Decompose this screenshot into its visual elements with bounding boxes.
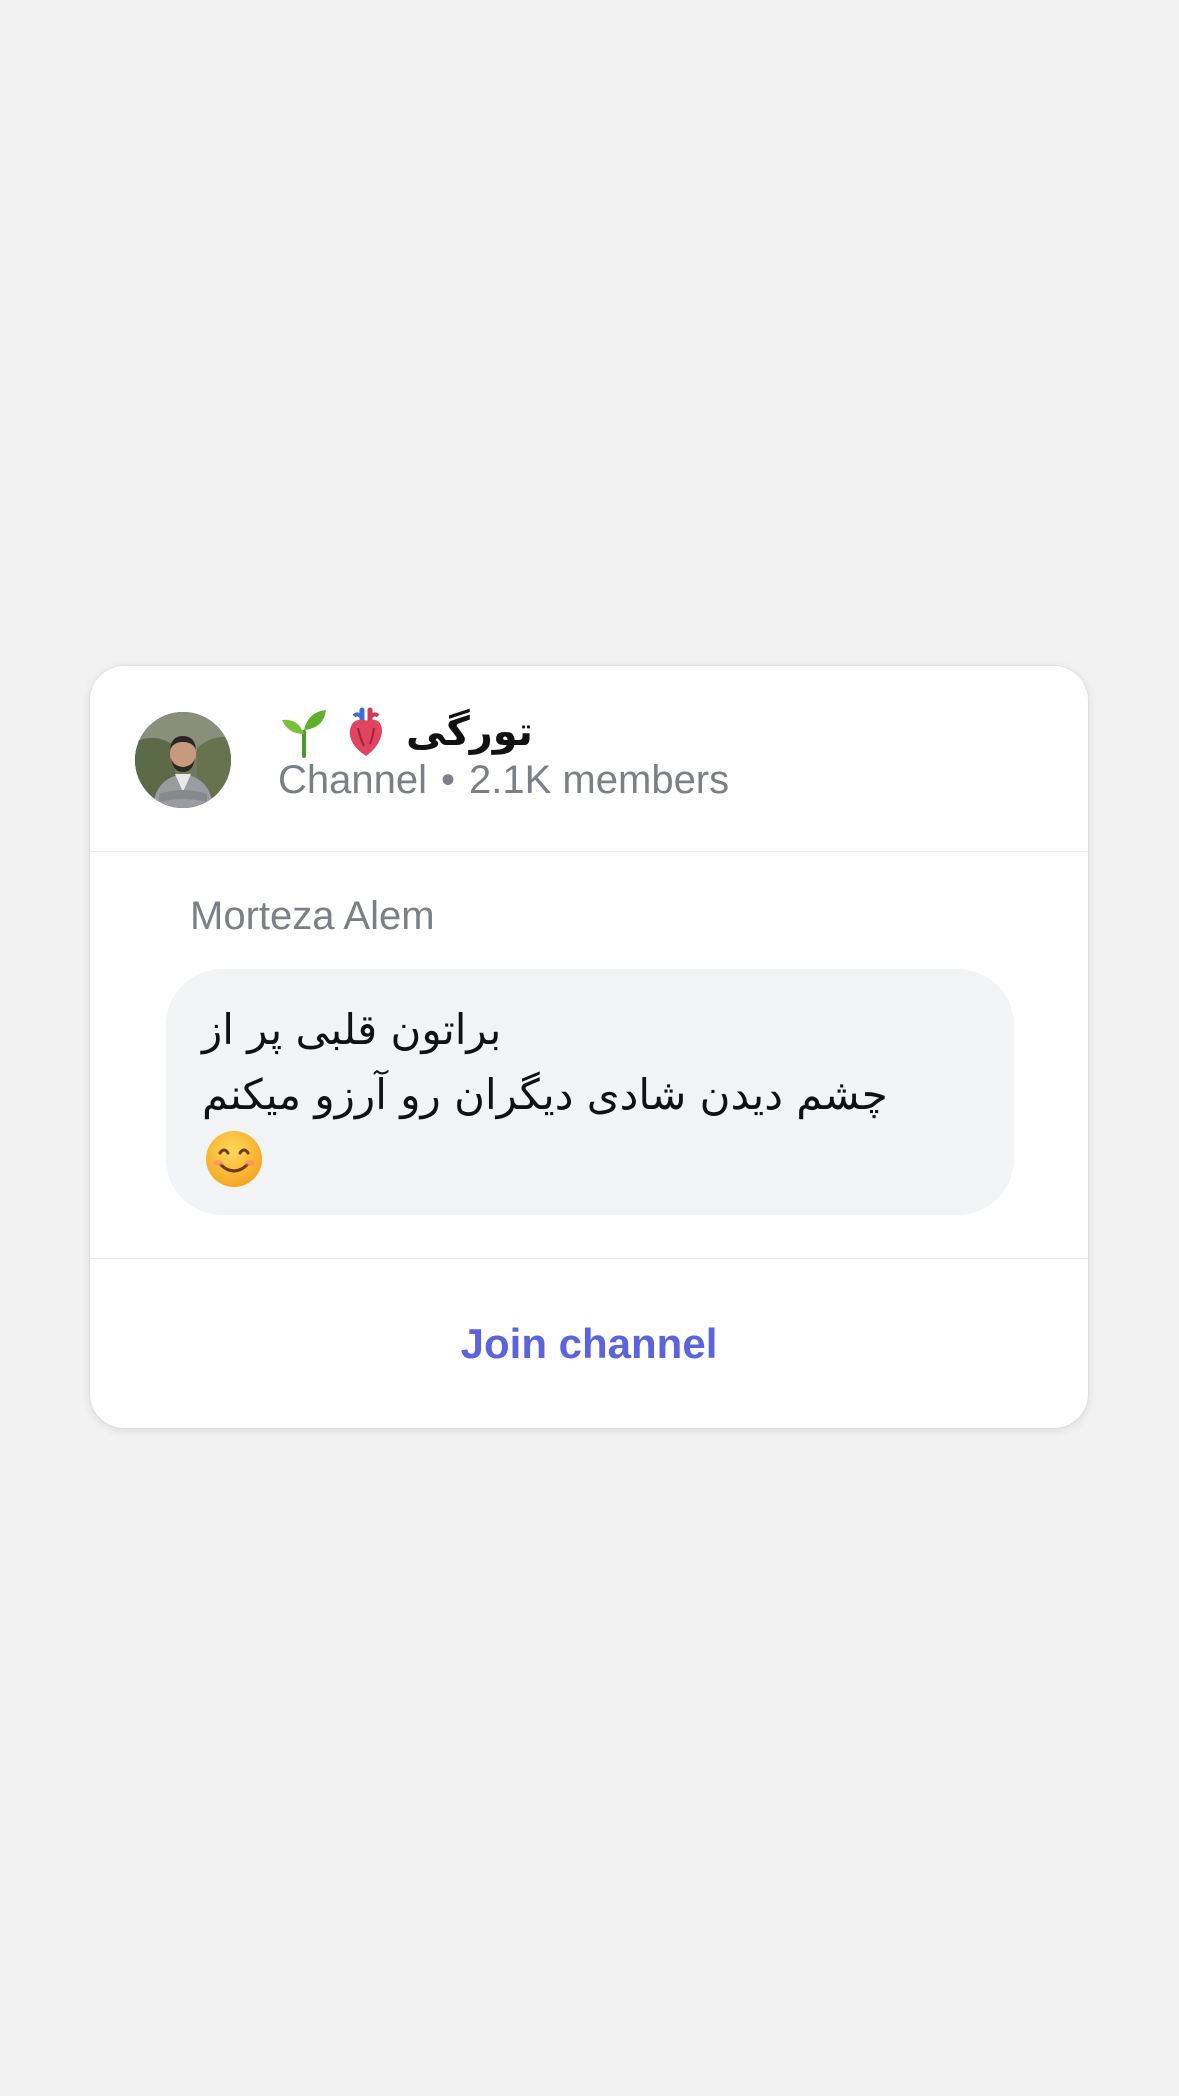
channel-subtitle: Channel • 2.1K members (278, 758, 729, 803)
separator-dot: • (441, 758, 456, 802)
seedling-icon (278, 706, 330, 758)
message-line-1: براتون قلبی پر از (202, 1005, 502, 1054)
join-channel-button[interactable]: Join channel (90, 1259, 1088, 1428)
anatomical-heart-icon (340, 706, 392, 758)
channel-title-row: تورگی (278, 704, 533, 760)
channel-header: تورگی Channel • 2.1K members (90, 666, 1088, 852)
card-footer: Join channel (90, 1258, 1088, 1428)
sender-name: Morteza Alem (190, 894, 435, 938)
smiling-face-icon (204, 1129, 264, 1189)
avatar-photo (135, 712, 231, 808)
message-line-2: چشم دیدن شادی دیگران رو آرزو میکنم (202, 1070, 888, 1119)
channel-type-label: Channel (278, 758, 428, 802)
member-count: 2.1K members (469, 758, 730, 802)
avatar[interactable] (135, 712, 231, 808)
channel-preview-card: تورگی Channel • 2.1K members Morteza Alem … (90, 666, 1088, 1428)
message-bubble: براتون قلبی پر از چشم دیدن شادی دیگران ر… (166, 969, 1014, 1215)
channel-title: تورگی (406, 709, 533, 755)
